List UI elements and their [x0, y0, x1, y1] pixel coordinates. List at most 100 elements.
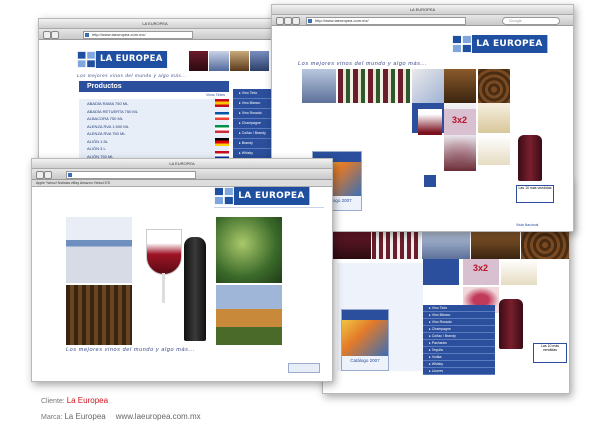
- brand-label: Marca:: [41, 414, 63, 421]
- back-button[interactable]: [43, 31, 51, 39]
- address-bar[interactable]: http://www.laeuropea.com.mx/: [306, 17, 466, 25]
- tile-bottle-label[interactable]: [478, 135, 510, 165]
- window-title: LA EUROPEA: [272, 5, 573, 15]
- tile-store[interactable]: [412, 69, 444, 103]
- menu-item[interactable]: Whisky: [423, 361, 495, 368]
- slogan: Los mejores vinos del mundo y algo más..…: [77, 73, 187, 78]
- browser-toolbar: http://www.laeuropea.com.mx/: [39, 29, 271, 40]
- logo-text: LA EUROPEA: [233, 187, 310, 205]
- browser-window-intro: LA EUROPEA Apple Yahoo! Noticias eBay Am…: [31, 158, 333, 382]
- photo-wine-pour: [134, 217, 214, 345]
- browser-toolbar: http://www.laeuropea.com.mx/ Google: [272, 15, 573, 26]
- catalog-card[interactable]: Catálogo 2007: [341, 309, 389, 371]
- photo-vineyard: [216, 217, 282, 283]
- tile-conocenos[interactable]: [302, 69, 336, 103]
- forward-button[interactable]: [284, 17, 292, 25]
- price-label: Las 10 más vendidas: [518, 186, 552, 190]
- country-flag-icon[interactable]: [215, 138, 229, 146]
- logo-text: LA EUROPEA: [471, 35, 548, 53]
- address-bar[interactable]: [66, 171, 196, 179]
- photo-storefront: [66, 217, 132, 283]
- category-item[interactable]: Vino Tinto: [233, 89, 271, 99]
- tile-bottles[interactable]: [338, 69, 410, 103]
- window-title: LA EUROPEA: [32, 159, 332, 169]
- la-europea-logo[interactable]: LA EUROPEA: [452, 35, 548, 53]
- tile-3x2[interactable]: 3x2: [463, 259, 499, 285]
- tile-label[interactable]: [501, 259, 537, 285]
- flag-column: [215, 99, 229, 164]
- promo-3x2: 3x2: [452, 115, 468, 125]
- small-blue-icon[interactable]: [424, 175, 436, 187]
- product-item[interactable]: ALIÓN 1.5L: [87, 138, 229, 146]
- reload-button[interactable]: [292, 17, 300, 25]
- address-bar[interactable]: http://www.laeuropea.com.mx/: [83, 31, 193, 39]
- client-caption: Cliente: La Europea: [41, 396, 108, 405]
- la-europea-logo[interactable]: LA EUROPEA: [77, 51, 167, 68]
- menu-item[interactable]: Coñac / Brandy: [423, 333, 495, 340]
- menu-item[interactable]: Pacharán: [423, 340, 495, 347]
- tile-barrels[interactable]: [478, 69, 510, 103]
- brand-caption: Marca: La Europea www.laeuropea.com.mx: [41, 412, 201, 421]
- logo-mark-icon: [214, 187, 234, 205]
- tile-3x2-promo[interactable]: 3x2: [444, 109, 476, 135]
- menu-item[interactable]: Vino Blanco: [423, 312, 495, 319]
- back-button[interactable]: [36, 171, 44, 179]
- logo-mark-icon: [77, 51, 96, 68]
- product-menu: Vino TintoVino BlancoVino RosadoChampagn…: [423, 305, 495, 375]
- tile-bottle[interactable]: [499, 299, 523, 349]
- photo-wine-cellar: [66, 285, 132, 345]
- catalog-label: Catálogo 2007: [350, 358, 380, 363]
- product-item[interactable]: ALBACORA 750 ML: [87, 115, 229, 123]
- forward-button[interactable]: [51, 31, 59, 39]
- menu-item[interactable]: Vodka: [423, 354, 495, 361]
- menu-item[interactable]: Licores: [423, 368, 495, 375]
- back-button[interactable]: [276, 17, 284, 25]
- menu-item[interactable]: Champagne: [423, 326, 495, 333]
- browser-toolbar: [32, 169, 332, 180]
- header-strip: [189, 51, 269, 71]
- top-photo-strip: [323, 231, 569, 259]
- la-europea-logo[interactable]: LA EUROPEA: [214, 187, 310, 205]
- product-item[interactable]: ABADÍA RETUERTA 750 ML: [87, 108, 229, 116]
- tile-wine-glass[interactable]: [444, 135, 476, 171]
- client-label: Cliente:: [41, 398, 65, 405]
- client-value: La Europea: [66, 396, 109, 405]
- brand-url[interactable]: www.laeuropea.com.mx: [116, 412, 201, 421]
- category-item[interactable]: Brandy: [233, 139, 271, 149]
- photo-winery: [216, 285, 282, 345]
- category-item[interactable]: Coñac / Brandy: [233, 129, 271, 139]
- product-item[interactable]: ALIÓN 3 L: [87, 145, 229, 153]
- tile-bottle-dark[interactable]: [518, 135, 542, 181]
- products-heading: Productos: [79, 81, 229, 92]
- country-flag-icon[interactable]: [215, 125, 229, 133]
- search-field[interactable]: Google: [502, 17, 560, 25]
- forward-button[interactable]: [44, 171, 52, 179]
- menu-item[interactable]: Vino Rosado: [423, 319, 495, 326]
- country-flag-icon[interactable]: [215, 99, 229, 107]
- browser-window-products: LA EUROPEA http://www.laeuropea.com.mx/ …: [38, 18, 272, 180]
- price-label: Las 10 más vendidas: [540, 344, 560, 352]
- bookmarks-bar: Apple Yahoo! Noticias eBay Amazon Yahoo!…: [32, 180, 332, 187]
- tile-cellar[interactable]: [444, 69, 476, 103]
- menu-item[interactable]: Tequila: [423, 347, 495, 354]
- category-item[interactable]: Vino Blanco: [233, 99, 271, 109]
- product-item[interactable]: ALENZA RVA 750 ML: [87, 130, 229, 138]
- category-item[interactable]: Vino Rosado: [233, 109, 271, 119]
- bottom-link[interactable]: Vista Nacional: [516, 223, 538, 227]
- slogan: Los mejores vinos del mundo y algo más..…: [66, 347, 195, 353]
- category-item[interactable]: Champagne: [233, 119, 271, 129]
- logo-underline: [214, 207, 324, 208]
- price-badge: Las 10 más vendidas: [533, 343, 567, 363]
- price-badge: Las 10 más vendidas: [516, 185, 554, 203]
- tile-wine-pour[interactable]: [418, 109, 442, 135]
- country-flag-icon[interactable]: [215, 112, 229, 120]
- skip-intro-button[interactable]: [288, 363, 320, 373]
- logo-mark-icon: [452, 35, 472, 53]
- product-item[interactable]: ABADÍA RAMA 750 ML: [87, 100, 229, 108]
- tile-label[interactable]: [478, 103, 510, 133]
- product-item[interactable]: ALENZA RVA 1.500 ML: [87, 123, 229, 131]
- products-subheading: Vinos Tintos: [79, 92, 229, 99]
- vinos-tintos-label: Vinos Tintos: [205, 93, 225, 97]
- menu-item[interactable]: Vino Tinto: [423, 305, 495, 312]
- tile-blue[interactable]: [423, 259, 459, 285]
